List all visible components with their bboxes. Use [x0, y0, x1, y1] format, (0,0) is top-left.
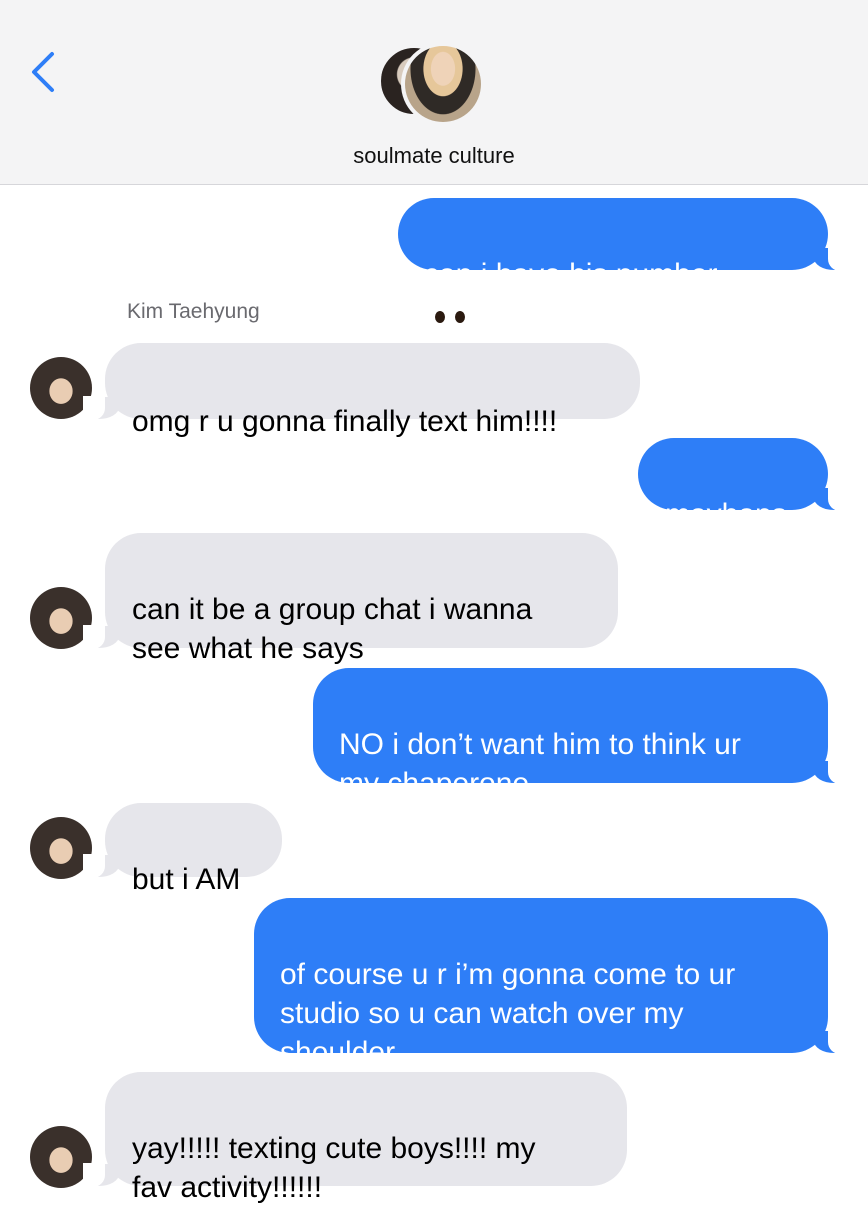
- message-bubble-outgoing[interactable]: NO i don’t want him to think ur my chape…: [313, 668, 850, 800]
- member-avatar-front: [401, 42, 485, 126]
- message-bubble-incoming[interactable]: but i AM: [83, 803, 282, 896]
- message-text: can it be a group chat i wanna see what …: [132, 593, 533, 665]
- message-text: NO i don’t want him to think ur my chape…: [339, 728, 741, 800]
- message-text: of course u r i’m gonna come to ur studi…: [280, 958, 736, 1069]
- message-text: can i have his number: [424, 258, 718, 291]
- message-bubble-outgoing[interactable]: can i have his number: [398, 198, 850, 326]
- message-bubble-incoming[interactable]: omg r u gonna finally text him!!!!: [83, 343, 640, 438]
- sender-name: Kim Taehyung: [127, 300, 260, 323]
- eyes-icon: [429, 302, 467, 326]
- chevron-left-icon[interactable]: [26, 48, 66, 96]
- group-avatar[interactable]: [379, 42, 489, 126]
- conversation-title[interactable]: soulmate culture: [0, 143, 868, 169]
- conversation-header: soulmate culture: [0, 0, 868, 185]
- message-bubble-outgoing[interactable]: of course u r i’m gonna come to ur studi…: [254, 898, 850, 1069]
- message-bubble-incoming[interactable]: yay!!!!! texting cute boys!!!! my fav ac…: [83, 1072, 627, 1204]
- message-text: yay!!!!! texting cute boys!!!! my fav ac…: [132, 1132, 536, 1204]
- message-bubble-incoming[interactable]: can it be a group chat i wanna see what …: [83, 533, 618, 665]
- message-text: but i AM: [132, 863, 241, 896]
- message-bubble-outgoing[interactable]: mayhaps: [638, 438, 850, 531]
- message-text: omg r u gonna finally text him!!!!: [132, 405, 558, 438]
- message-text: mayhaps: [665, 498, 787, 531]
